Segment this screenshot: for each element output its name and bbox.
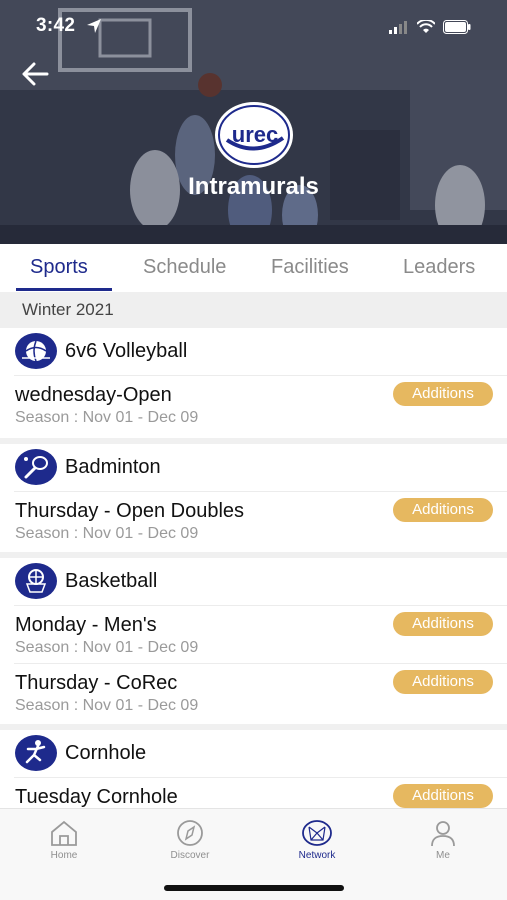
tab-bar: Sports Schedule Facilities Leaders <box>0 244 507 292</box>
additions-button[interactable]: Additions <box>393 382 493 406</box>
urec-logo: urec <box>213 100 295 170</box>
tab-facilities[interactable]: Facilities <box>271 256 349 279</box>
sport-section-volleyball: 6v6 Volleyball wednesday-Open Season : N… <box>0 328 507 434</box>
network-icon <box>302 820 332 846</box>
nav-label: Home <box>50 850 78 861</box>
league-row[interactable]: wednesday-Open Season : Nov 01 - Dec 09 … <box>14 376 507 434</box>
back-arrow-icon <box>22 62 49 86</box>
league-row[interactable]: Thursday - CoRec Season : Nov 01 - Dec 0… <box>14 664 507 722</box>
additions-button[interactable]: Additions <box>393 612 493 636</box>
league-season: Season : Nov 01 - Dec 09 <box>15 525 199 542</box>
nav-discover[interactable]: Discover <box>145 819 235 861</box>
additions-button[interactable]: Additions <box>393 670 493 694</box>
nav-label: Network <box>298 850 336 861</box>
sport-section-basketball: Basketball Monday - Men's Season : Nov 0… <box>0 558 507 722</box>
nav-home[interactable]: Home <box>19 819 109 861</box>
additions-button[interactable]: Additions <box>393 784 493 808</box>
season-label: Winter 2021 <box>22 300 114 319</box>
league-name: Tuesday Cornhole <box>15 786 178 808</box>
home-icon <box>51 820 77 846</box>
sport-header[interactable]: Basketball <box>14 558 507 606</box>
sport-section-badminton: Badminton Thursday - Open Doubles Season… <box>0 444 507 550</box>
cornhole-icon <box>14 734 58 772</box>
sport-name: Badminton <box>65 456 161 478</box>
location-arrow-icon <box>86 18 102 39</box>
home-indicator <box>164 885 344 891</box>
wifi-icon <box>416 18 436 39</box>
league-season: Season : Nov 01 - Dec 09 <box>15 697 199 714</box>
league-name: wednesday-Open <box>15 384 172 406</box>
league-name: Thursday - Open Doubles <box>15 500 245 522</box>
tab-leaders[interactable]: Leaders <box>403 256 475 279</box>
league-row[interactable]: Thursday - Open Doubles Season : Nov 01 … <box>14 492 507 550</box>
status-bar: 3:42 <box>0 0 507 54</box>
nav-network[interactable]: Network <box>272 819 362 861</box>
league-season: Season : Nov 01 - Dec 09 <box>15 639 199 656</box>
tab-sports[interactable]: Sports <box>30 256 88 279</box>
person-icon <box>431 821 455 847</box>
logo-text: urec <box>232 122 278 147</box>
back-button[interactable] <box>18 60 52 88</box>
tab-schedule[interactable]: Schedule <box>143 256 226 279</box>
page-title: Intramurals <box>188 173 319 200</box>
compass-icon <box>177 820 203 846</box>
sport-header[interactable]: Badminton <box>14 444 507 492</box>
battery-icon <box>443 20 471 39</box>
active-tab-indicator <box>16 288 112 291</box>
status-time: 3:42 <box>36 15 76 36</box>
league-row[interactable]: Tuesday Cornhole Additions <box>14 778 507 808</box>
season-header: Winter 2021 <box>0 292 507 328</box>
sport-name: 6v6 Volleyball <box>65 340 188 362</box>
sports-list: 6v6 Volleyball wednesday-Open Season : N… <box>0 328 507 808</box>
basketball-icon <box>14 562 58 600</box>
nav-me[interactable]: Me <box>398 819 488 861</box>
sport-header[interactable]: Cornhole <box>14 730 507 778</box>
sport-header[interactable]: 6v6 Volleyball <box>14 328 507 376</box>
league-row[interactable]: Monday - Men's Season : Nov 01 - Dec 09 … <box>14 606 507 664</box>
sport-name: Cornhole <box>65 742 147 764</box>
nav-label: Discover <box>170 850 210 861</box>
sport-name: Basketball <box>65 570 158 592</box>
volleyball-icon <box>14 332 58 370</box>
signal-icon <box>389 20 409 39</box>
league-name: Monday - Men's <box>15 614 157 636</box>
league-season: Season : Nov 01 - Dec 09 <box>15 409 199 426</box>
badminton-icon <box>14 448 58 486</box>
league-name: Thursday - CoRec <box>15 672 178 694</box>
additions-button[interactable]: Additions <box>393 498 493 522</box>
sport-section-cornhole: Cornhole Tuesday Cornhole Additions <box>0 730 507 808</box>
nav-label: Me <box>436 850 450 861</box>
